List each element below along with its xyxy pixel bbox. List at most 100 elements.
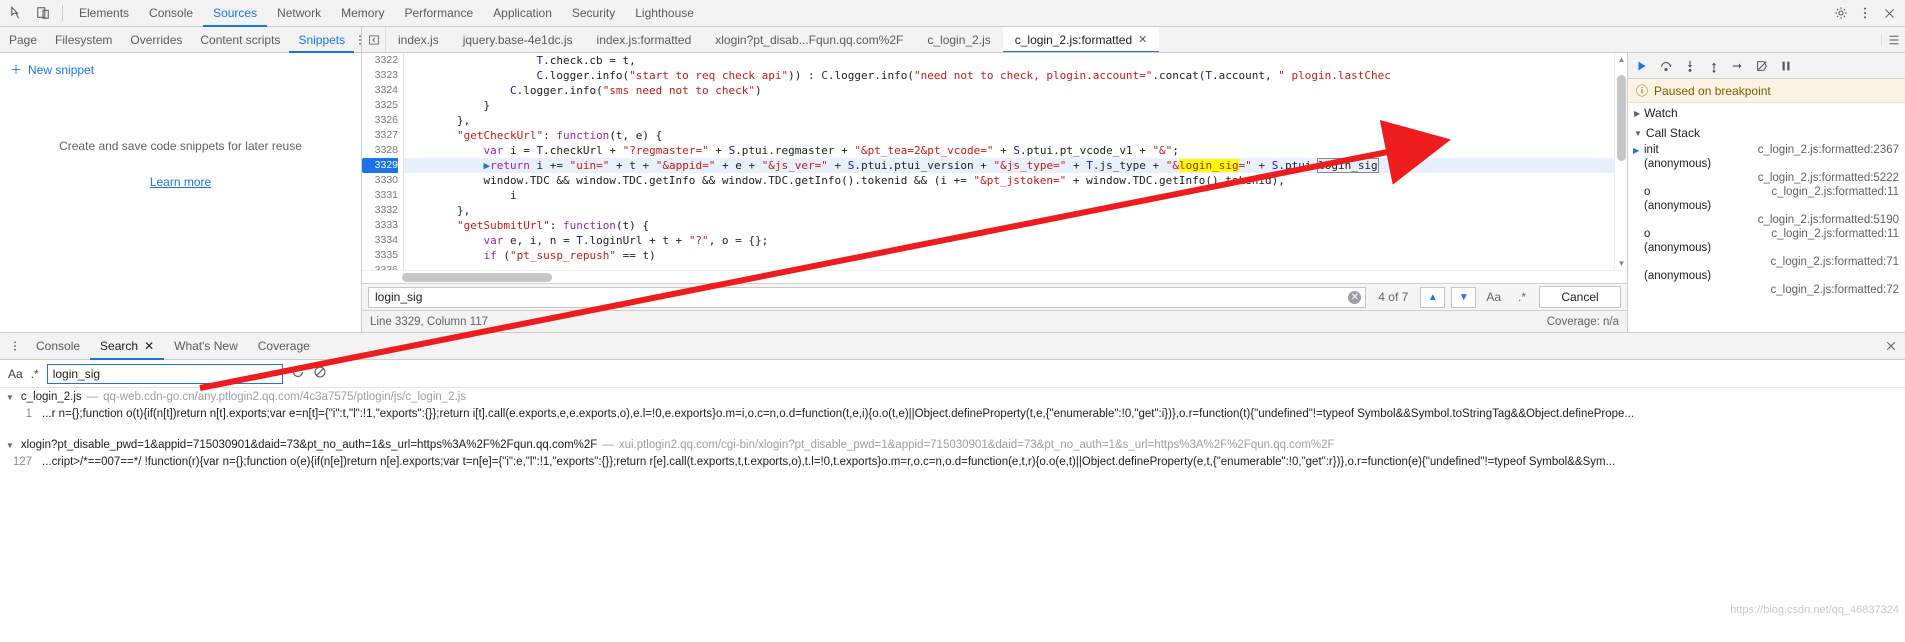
step-out-icon[interactable]: [1702, 54, 1726, 78]
call-stack-item[interactable]: o c_login_2.js:formatted:11: [1628, 185, 1905, 199]
search-result-match[interactable]: 127 ...cript>/*==007==*/ !function(r){va…: [0, 454, 1905, 470]
step-icon[interactable]: [1726, 54, 1750, 78]
devtools-window: Elements Console Sources Network Memory …: [0, 0, 1905, 642]
drawer-tab-console[interactable]: Console: [26, 333, 90, 360]
nav-tab-page[interactable]: Page: [0, 27, 46, 53]
call-stack-item[interactable]: (anonymous): [1628, 269, 1905, 283]
tab-lighthouse[interactable]: Lighthouse: [625, 0, 704, 27]
scroll-up-arrow-icon[interactable]: ▲: [1615, 53, 1627, 66]
pause-on-exceptions-icon[interactable]: [1774, 54, 1798, 78]
more-tabs-icon[interactable]: [1881, 33, 1905, 46]
code-line: window.TDC && window.TDC.getInfo && wind…: [404, 174, 1285, 187]
find-input[interactable]: [368, 286, 1367, 308]
refresh-icon[interactable]: [291, 365, 305, 382]
call-stack-item[interactable]: o c_login_2.js:formatted:11: [1628, 227, 1905, 241]
find-next-button[interactable]: ▼: [1451, 286, 1477, 308]
cursor-position: Line 3329, Column 117: [370, 315, 489, 328]
editor-horizontal-scrollbar[interactable]: [362, 270, 1627, 283]
close-icon[interactable]: ✕: [1138, 27, 1147, 52]
tab-memory[interactable]: Memory: [331, 0, 394, 27]
code-line: var e, i, n = T.loginUrl + t + "?", o = …: [483, 234, 769, 247]
frame-name: init: [1644, 144, 1659, 156]
chevron-down-icon[interactable]: ▼: [6, 441, 14, 450]
panel-tab-list: Elements Console Sources Network Memory …: [69, 0, 704, 27]
close-icon[interactable]: [1877, 1, 1901, 25]
current-frame-icon: ▶: [1633, 146, 1640, 155]
nav-tab-filesystem[interactable]: Filesystem: [46, 27, 121, 53]
editor-tab-index-js[interactable]: index.js: [386, 27, 451, 52]
editor-tab-jquery-base[interactable]: jquery.base-4e1dc.js: [451, 27, 585, 52]
device-toggle-icon[interactable]: [30, 1, 56, 25]
settings-gear-icon[interactable]: [1829, 1, 1853, 25]
call-stack-item[interactable]: (anonymous): [1628, 241, 1905, 255]
find-input-wrapper: ✕: [368, 286, 1367, 308]
coverage-status: Coverage: n/a: [1546, 315, 1619, 328]
search-input[interactable]: [46, 363, 283, 384]
search-result-file[interactable]: ▼ c_login_2.js — qq-web.cdn-go.cn/any.pt…: [0, 388, 1905, 406]
scroll-down-arrow-icon[interactable]: ▼: [1615, 257, 1627, 270]
frame-name: (anonymous): [1644, 158, 1712, 170]
scrollbar-thumb[interactable]: [402, 273, 552, 282]
editor-tab-xlogin[interactable]: xlogin?pt_disab...Fqun.qq.com%2F: [703, 27, 915, 52]
clear-circle-icon[interactable]: ✕: [1348, 290, 1362, 304]
call-stack-item[interactable]: (anonymous): [1628, 199, 1905, 213]
tab-sources[interactable]: Sources: [203, 0, 267, 27]
navigator-panel: ＋ New snippet Create and save code snipp…: [0, 53, 362, 332]
tab-security[interactable]: Security: [562, 0, 625, 27]
watch-section-header[interactable]: ▶ Watch: [1628, 103, 1905, 123]
tab-console[interactable]: Console: [139, 0, 203, 27]
drawer-tab-search[interactable]: Search ✕: [90, 333, 164, 360]
line-number: 3328: [374, 144, 398, 156]
editor-tab-c-login-2-js[interactable]: c_login_2.js: [915, 27, 1002, 52]
nav-tab-content-scripts[interactable]: Content scripts: [191, 27, 289, 53]
match-case-toggle[interactable]: Aa: [1482, 287, 1505, 308]
new-snippet-button[interactable]: ＋ New snippet: [0, 53, 361, 86]
resume-script-icon[interactable]: [1630, 54, 1654, 78]
match-case-toggle[interactable]: Aa: [8, 367, 23, 381]
call-stack-item[interactable]: ▶ init c_login_2.js:formatted:2367: [1628, 143, 1905, 157]
regex-toggle[interactable]: .*: [1511, 287, 1533, 308]
call-stack-item[interactable]: (anonymous): [1628, 157, 1905, 171]
editor-tab-index-js-formatted[interactable]: index.js:formatted: [585, 27, 704, 52]
panel-collapse-icon[interactable]: [362, 27, 386, 52]
step-over-icon[interactable]: [1654, 54, 1678, 78]
code-line: }: [404, 99, 491, 112]
find-prev-button[interactable]: ▲: [1420, 286, 1446, 308]
frame-name: o: [1644, 228, 1651, 240]
step-into-icon[interactable]: [1678, 54, 1702, 78]
call-stack-section-header[interactable]: ▼ Call Stack: [1628, 123, 1905, 143]
tab-performance[interactable]: Performance: [394, 0, 483, 27]
deactivate-breakpoints-icon[interactable]: [1750, 54, 1774, 78]
scrollbar-thumb[interactable]: [1617, 75, 1626, 161]
nav-tab-snippets[interactable]: Snippets: [289, 27, 354, 53]
search-result-file[interactable]: ▼ xlogin?pt_disable_pwd=1&appid=71503090…: [0, 436, 1905, 454]
editor-vertical-scrollbar[interactable]: ▲ ▼: [1614, 53, 1627, 270]
learn-more-link[interactable]: Learn more: [150, 175, 211, 189]
close-icon[interactable]: ✕: [144, 333, 154, 360]
result-file-name: xlogin?pt_disable_pwd=1&appid=715030901&…: [20, 439, 598, 451]
inspect-icon[interactable]: [4, 1, 30, 25]
tab-elements[interactable]: Elements: [69, 0, 139, 27]
close-icon[interactable]: [1877, 340, 1905, 352]
code-content[interactable]: T.check.cb = t, C.logger.info("start to …: [404, 53, 1627, 270]
code-line: "getSubmitUrl": function(t) {: [456, 219, 650, 232]
nav-tab-overrides[interactable]: Overrides: [121, 27, 191, 53]
line-number: 3324: [374, 84, 398, 96]
search-result-match[interactable]: 1 ...r n={};function o(t){if(n[t])return…: [0, 406, 1905, 422]
frame-location: c_login_2.js:formatted:72: [1770, 284, 1900, 296]
drawer-tab-coverage[interactable]: Coverage: [248, 333, 320, 360]
line-number: 3325: [374, 99, 398, 111]
chevron-down-icon[interactable]: ▼: [6, 393, 14, 402]
result-line-snippet: ...r n={};function o(t){if(n[t])return n…: [42, 408, 1635, 420]
drawer-tab-whats-new[interactable]: What's New: [164, 333, 248, 360]
tab-application[interactable]: Application: [483, 0, 562, 27]
clear-no-entry-icon[interactable]: [313, 365, 327, 382]
code-editor[interactable]: 3322 3323 3324 3325 3326 3327 3328 3329 …: [362, 53, 1627, 270]
regex-toggle[interactable]: .*: [31, 367, 39, 381]
more-vertical-icon[interactable]: [1853, 1, 1877, 25]
more-vertical-icon[interactable]: [4, 339, 26, 353]
editor-tab-c-login-2-js-formatted[interactable]: c_login_2.js:formatted ✕: [1002, 27, 1160, 52]
cancel-button[interactable]: Cancel: [1539, 286, 1621, 308]
tab-network[interactable]: Network: [267, 0, 331, 27]
result-file-name: c_login_2.js: [20, 391, 82, 403]
